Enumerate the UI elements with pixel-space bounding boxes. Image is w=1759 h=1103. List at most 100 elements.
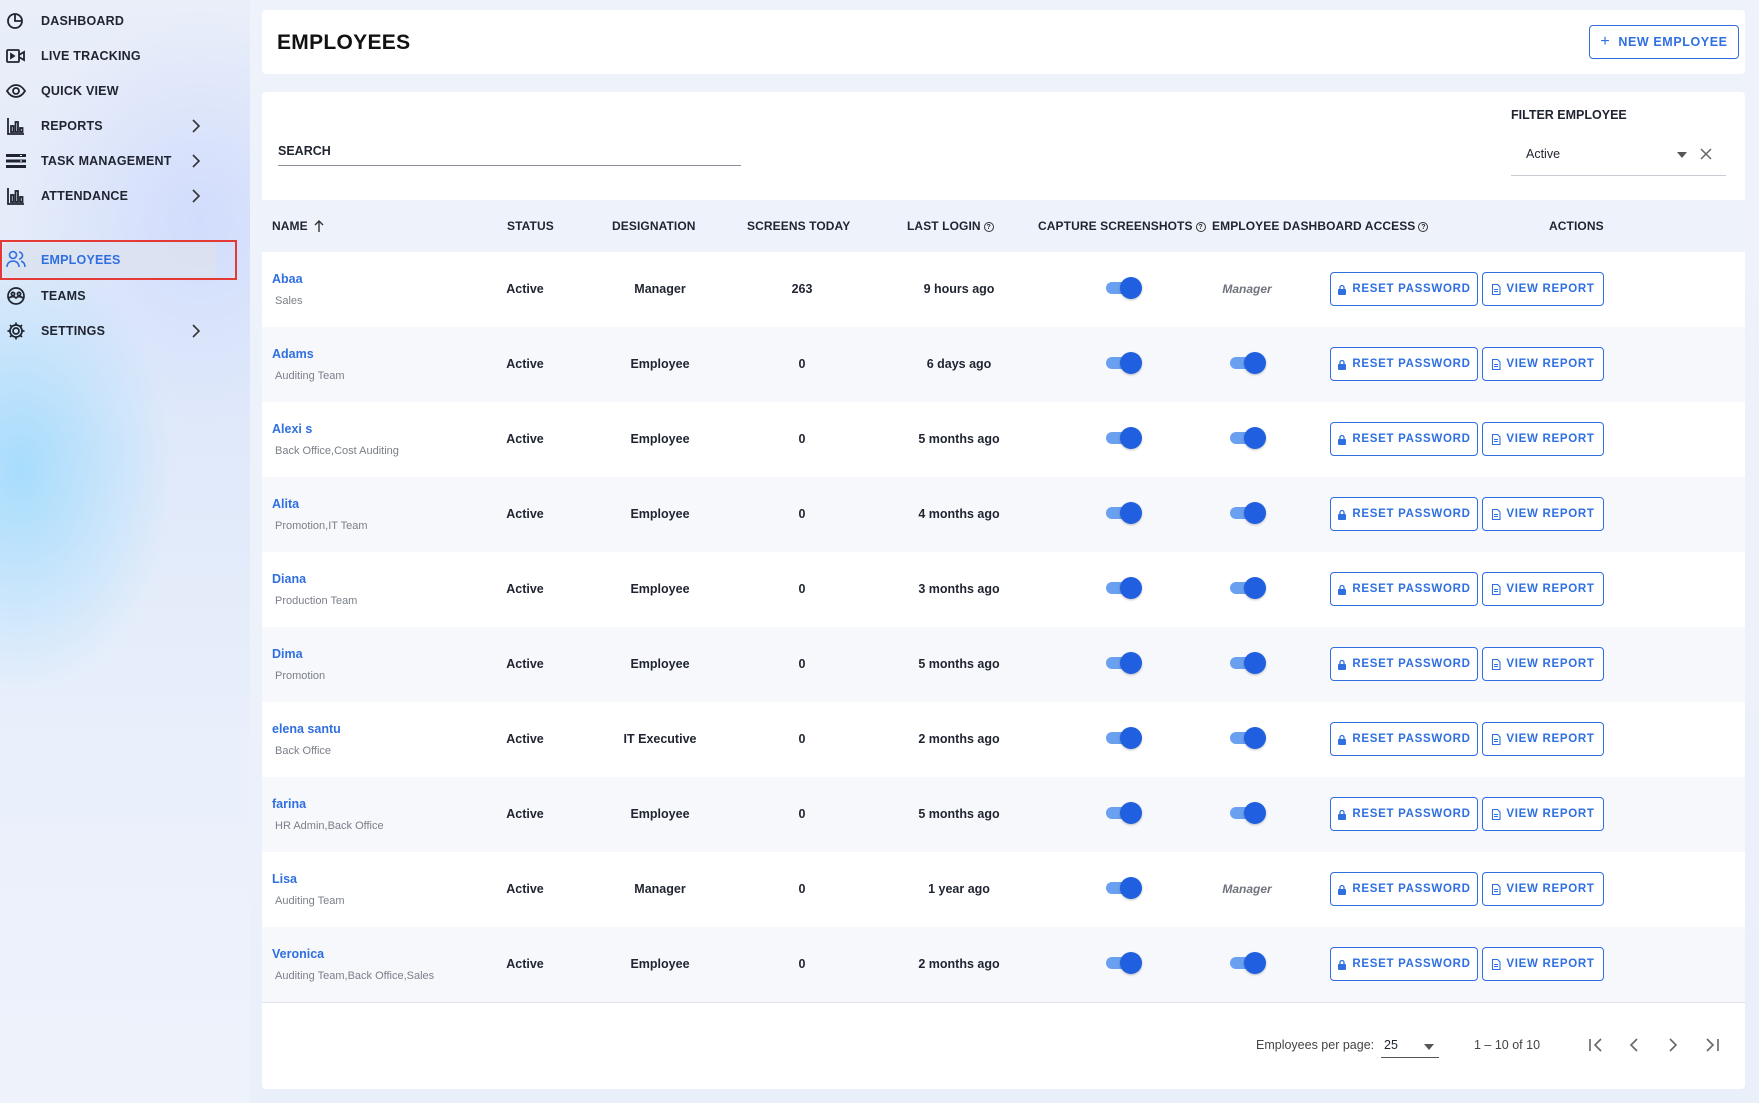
sidebar-item-teams[interactable]: TEAMS	[0, 276, 212, 315]
help-icon[interactable]: ?	[1418, 222, 1429, 232]
employee-name-link[interactable]: Abaa	[272, 272, 303, 286]
toggle-knob	[1244, 502, 1266, 524]
filter-label: FILTER EMPLOYEE	[1511, 108, 1627, 122]
toggle-switch[interactable]	[1230, 802, 1266, 824]
toggle-switch[interactable]	[1230, 727, 1266, 749]
reset-password-button[interactable]: RESET PASSWORD	[1330, 272, 1478, 306]
employee-name-link[interactable]: Alexi s	[272, 422, 312, 436]
new-employee-button[interactable]: + NEW EMPLOYEE	[1589, 25, 1739, 59]
toggle-knob	[1244, 952, 1266, 974]
employee-team: Auditing Team	[275, 895, 345, 907]
toggle-switch[interactable]	[1230, 427, 1266, 449]
designation-text: Employee	[630, 432, 690, 446]
chevron-left-icon	[1629, 1038, 1638, 1052]
view-report-button[interactable]: VIEW REPORT	[1482, 272, 1604, 306]
search-input[interactable]	[278, 136, 741, 165]
toggle-switch[interactable]	[1106, 352, 1142, 374]
employee-name-link[interactable]: Diana	[272, 572, 306, 586]
column-designation: DESIGNATION	[612, 219, 696, 233]
toggle-switch[interactable]	[1106, 952, 1142, 974]
lock-icon	[1338, 284, 1347, 295]
lock-icon	[1338, 509, 1347, 520]
view-report-label: VIEW REPORT	[1506, 283, 1595, 295]
close-icon[interactable]	[1700, 148, 1712, 160]
next-page-button[interactable]	[1658, 1030, 1688, 1060]
sidebar-item-dashboard[interactable]: DASHBOARD	[0, 1, 212, 40]
toggle-switch[interactable]	[1106, 727, 1142, 749]
toggle-knob	[1244, 577, 1266, 599]
sidebar-item-quick-view[interactable]: QUICK VIEW	[0, 71, 212, 110]
dashboard-icon	[7, 13, 23, 29]
caret-down-icon	[1424, 1044, 1434, 1050]
reset-password-button[interactable]: RESET PASSWORD	[1330, 572, 1478, 606]
sidebar-item-label: QUICK VIEW	[41, 83, 119, 98]
help-icon[interactable]: ?	[1195, 222, 1206, 232]
plus-icon: +	[1600, 33, 1611, 50]
reset-password-button[interactable]: RESET PASSWORD	[1330, 872, 1478, 906]
column-dashboard-access: EMPLOYEE DASHBOARD ACCESS?	[1212, 200, 1429, 252]
toggle-switch[interactable]	[1230, 352, 1266, 374]
toggle-switch[interactable]	[1106, 877, 1142, 899]
screens-today-value: 0	[798, 657, 806, 671]
toggle-switch[interactable]	[1230, 652, 1266, 674]
toggle-switch[interactable]	[1106, 652, 1142, 674]
sidebar-item-attendance[interactable]: ATTENDANCE	[0, 176, 212, 215]
reset-password-button[interactable]: RESET PASSWORD	[1330, 422, 1478, 456]
employee-name-link[interactable]: Adams	[272, 347, 314, 361]
lock-icon	[1338, 809, 1347, 820]
employee-team: Promotion	[275, 670, 326, 682]
reset-password-label: RESET PASSWORD	[1352, 283, 1471, 295]
employee-name-link[interactable]: Veronica	[272, 947, 324, 961]
toggle-switch[interactable]	[1230, 577, 1266, 599]
toggle-switch[interactable]	[1106, 502, 1142, 524]
view-report-button[interactable]: VIEW REPORT	[1482, 347, 1604, 381]
prev-page-button[interactable]	[1619, 1030, 1649, 1060]
employee-name-link[interactable]: Dima	[272, 647, 303, 661]
column-name[interactable]: NAME	[272, 200, 324, 252]
table-row: Alita Promotion,IT Team Active Employee 0 4 m…	[262, 477, 1745, 552]
last-page-button[interactable]	[1697, 1030, 1727, 1060]
sidebar-item-task-management[interactable]: TASK MANAGEMENT	[0, 141, 212, 180]
teams-icon	[7, 287, 25, 305]
employee-name-link[interactable]: Lisa	[272, 872, 297, 886]
page-title: EMPLOYEES	[277, 31, 411, 54]
reset-password-button[interactable]: RESET PASSWORD	[1330, 497, 1478, 531]
toggle-switch[interactable]	[1106, 802, 1142, 824]
view-report-button[interactable]: VIEW REPORT	[1482, 572, 1604, 606]
view-report-button[interactable]: VIEW REPORT	[1482, 797, 1604, 831]
view-report-button[interactable]: VIEW REPORT	[1482, 422, 1604, 456]
employee-name-link[interactable]: elena santu	[272, 722, 341, 736]
reset-password-button[interactable]: RESET PASSWORD	[1330, 797, 1478, 831]
employee-name-link[interactable]: farina	[272, 797, 306, 811]
per-page-select[interactable]: 25	[1381, 1032, 1439, 1058]
view-report-button[interactable]: VIEW REPORT	[1482, 947, 1604, 981]
reset-password-button[interactable]: RESET PASSWORD	[1330, 347, 1478, 381]
last-login-text: 5 months ago	[918, 432, 1000, 446]
toggle-switch[interactable]	[1230, 952, 1266, 974]
toggle-switch[interactable]	[1106, 577, 1142, 599]
sidebar-item-live-tracking[interactable]: LIVE TRACKING	[0, 36, 212, 75]
toggle-switch[interactable]	[1230, 502, 1266, 524]
reset-password-button[interactable]: RESET PASSWORD	[1330, 647, 1478, 681]
lock-icon	[1338, 659, 1347, 670]
toggle-switch[interactable]	[1106, 427, 1142, 449]
view-report-label: VIEW REPORT	[1506, 883, 1595, 895]
view-report-button[interactable]: VIEW REPORT	[1482, 722, 1604, 756]
first-page-button[interactable]	[1581, 1030, 1611, 1060]
employee-name-link[interactable]: Alita	[272, 497, 299, 511]
help-icon[interactable]: ?	[983, 222, 994, 232]
view-report-button[interactable]: VIEW REPORT	[1482, 872, 1604, 906]
sidebar-item-settings[interactable]: SETTINGS	[0, 311, 212, 350]
reset-password-button[interactable]: RESET PASSWORD	[1330, 722, 1478, 756]
toggle-switch[interactable]	[1106, 277, 1142, 299]
view-report-button[interactable]: VIEW REPORT	[1482, 497, 1604, 531]
reset-password-button[interactable]: RESET PASSWORD	[1330, 947, 1478, 981]
filter-employee-select[interactable]: Active	[1511, 142, 1726, 176]
table-row: Abaa Sales Active Manager 263 9 hours ago Mana…	[262, 252, 1745, 327]
gear-icon	[7, 322, 25, 340]
last-login-text: 5 months ago	[918, 807, 1000, 821]
view-report-button[interactable]: VIEW REPORT	[1482, 647, 1604, 681]
sidebar-item-reports[interactable]: REPORTS	[0, 106, 212, 145]
sidebar-item-label: TEAMS	[41, 288, 86, 303]
employee-team: Back Office	[275, 745, 332, 757]
